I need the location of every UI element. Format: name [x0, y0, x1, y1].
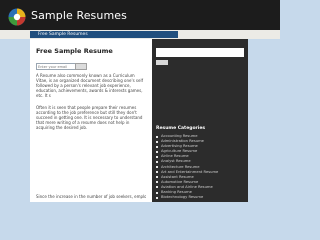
bullet-icon: [156, 140, 158, 143]
category-label: Accounting Resume: [161, 134, 198, 138]
nav-tab-label: Free Sample Resumes: [38, 31, 88, 37]
category-label: Banking Resume: [161, 190, 192, 195]
category-list: Accounting Resume Administration Resume …: [152, 134, 248, 200]
category-label: Biotechnology Resume: [161, 195, 204, 200]
category-label: Analyst Resume: [161, 159, 191, 164]
site-header: Sample Resumes: [0, 0, 280, 30]
category-label: Assistant Resume: [161, 174, 194, 179]
bullet-icon: [156, 186, 158, 189]
category-label: Aviation and Airline Resume: [161, 184, 213, 189]
category-label: Art and Entertainment Resume: [161, 169, 219, 174]
bullet-icon: [156, 191, 158, 194]
category-label: Advertising Resume: [161, 144, 198, 149]
nav-tab-free-sample-resumes[interactable]: Free Sample Resumes: [30, 31, 178, 38]
page-background-strip: [248, 39, 280, 202]
category-label: Agriculture Resume: [161, 149, 198, 154]
email-field[interactable]: [36, 63, 76, 70]
categories-title: Resume Categories: [156, 126, 206, 131]
search-button[interactable]: [156, 60, 168, 65]
category-label: Airline Resume: [161, 154, 189, 159]
site-title[interactable]: Sample Resumes: [31, 9, 127, 22]
bullet-icon: [156, 160, 158, 163]
bullet-icon: [156, 181, 158, 184]
page: Sample Resumes Free Sample Resumes Free …: [0, 0, 280, 202]
search-input[interactable]: [156, 48, 244, 57]
category-label: Architecture Resume: [161, 164, 200, 169]
subscribe-button[interactable]: [75, 63, 87, 70]
bullet-icon: [156, 176, 158, 179]
bullet-icon: [156, 135, 158, 138]
bullet-icon: [156, 171, 158, 174]
site-logo-icon[interactable]: [8, 8, 26, 26]
sidebar: Resume Categories Accounting Resume Admi…: [152, 39, 248, 202]
category-label: Administration Resume: [161, 139, 204, 144]
main-content: Free Sample Resume A Resume also commonl…: [30, 39, 152, 202]
bullet-icon: [156, 145, 158, 148]
bullet-icon: [156, 196, 158, 199]
category-label: Automotive Resume: [161, 179, 199, 184]
bullet-icon: [156, 166, 158, 169]
category-item[interactable]: Biotechnology Resume: [152, 195, 248, 200]
body-paragraph: Often it is seen that people prepare the…: [36, 105, 143, 130]
intro-paragraph: A Resume also commonly known as a Curric…: [36, 73, 143, 98]
footer-paragraph: Since the increase in the number of job …: [36, 194, 146, 199]
bullet-icon: [156, 155, 158, 158]
bullet-icon: [156, 150, 158, 153]
page-title: Free Sample Resume: [36, 47, 113, 55]
